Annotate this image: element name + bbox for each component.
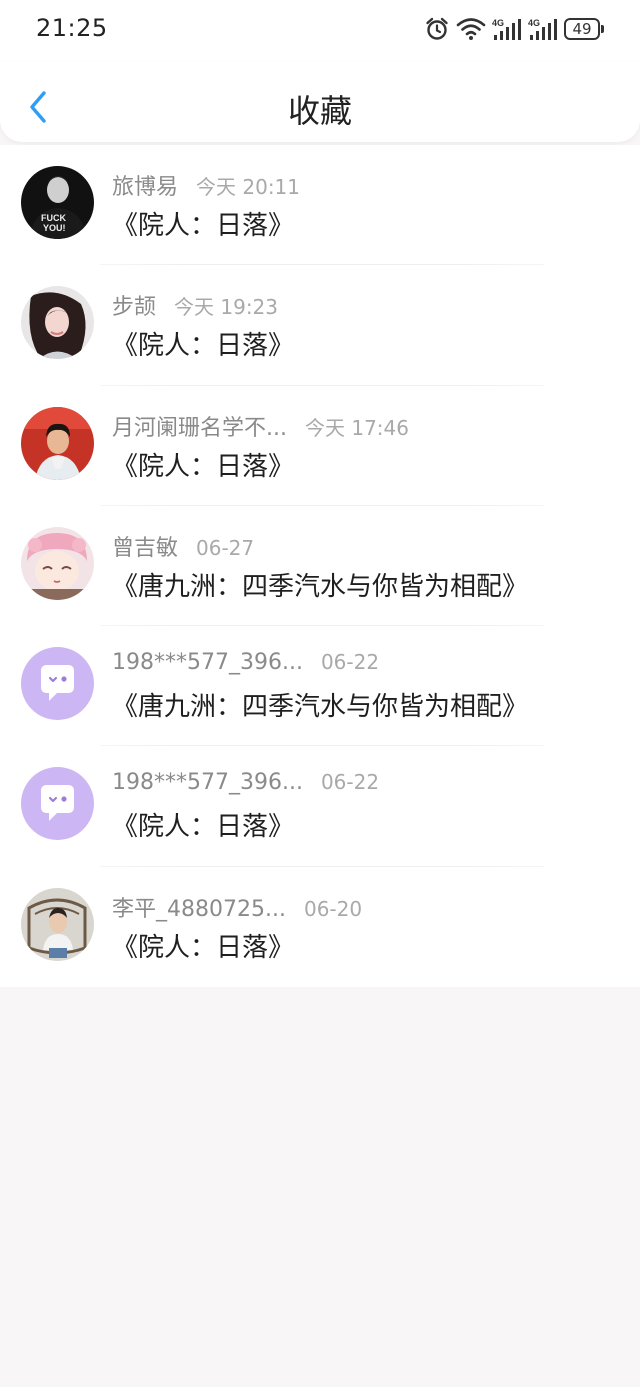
list-item[interactable]: 李平_4880725... 06-20 《院人：日落》	[0, 867, 640, 987]
avatar[interactable]	[21, 647, 94, 721]
sender-name: 198***577_396...	[112, 770, 303, 796]
alarm-icon	[426, 17, 448, 40]
list-item[interactable]: 曾吉敏 06-27 《唐九洲：四季汽水与你皆为相配》	[0, 506, 640, 627]
page-title: 收藏	[287, 92, 352, 130]
sender-name: 旅博易	[112, 175, 179, 200]
signal-icon: 4G	[492, 18, 521, 40]
network-type-label: 4G	[492, 18, 504, 28]
list-item[interactable]: 198***577_396... 06-22 《唐九洲：四季汽水与你皆为相配》	[0, 626, 640, 747]
favorite-title: 《院人：日落》	[112, 211, 295, 241]
status-time: 21:25	[36, 14, 108, 42]
signal-icon-2: 4G	[528, 18, 557, 40]
sender-name: 曾吉敏	[112, 535, 179, 561]
svg-text:FUCK: FUCK	[41, 213, 66, 223]
avatar[interactable]	[21, 887, 94, 961]
avatar[interactable]	[21, 767, 94, 841]
status-icons: 4G 4G 49	[424, 16, 604, 42]
battery-icon: 49	[564, 18, 604, 40]
timestamp: 06-22	[320, 650, 380, 675]
sender-name: 李平_4880725...	[112, 896, 286, 922]
favorite-title: 《院人：日落》	[112, 451, 295, 482]
sender-name: 月河阑珊名学不...	[112, 415, 287, 441]
favorites-list: FUCK YOU! 旅博易 今天 20:11 《院人：日落》 步颉 今天 19:…	[0, 145, 640, 987]
sender-name: 198***577_396...	[112, 650, 303, 676]
avatar[interactable]	[21, 526, 94, 600]
list-item[interactable]: 步颉 今天 19:23 《院人：日落》	[0, 265, 640, 386]
list-item[interactable]: 198***577_396... 06-22 《院人：日落》	[0, 746, 640, 867]
favorite-title: 《唐九洲：四季汽水与你皆为相配》	[112, 692, 529, 723]
chat-bubble-icon	[21, 647, 94, 721]
wifi-icon	[456, 18, 486, 40]
timestamp: 今天 20:11	[196, 175, 301, 199]
timestamp: 今天 17:46	[304, 415, 409, 440]
list-item[interactable]: FUCK YOU! 旅博易 今天 20:11 《院人：日落》	[0, 145, 640, 266]
timestamp: 06-20	[303, 896, 363, 921]
status-bar: 21:25 4G 4G 49	[0, 0, 640, 62]
svg-text:YOU!: YOU!	[43, 223, 66, 233]
chat-bubble-icon	[21, 767, 94, 841]
battery-level: 49	[564, 18, 600, 40]
avatar[interactable]	[21, 406, 94, 480]
avatar[interactable]: FUCK YOU!	[21, 166, 94, 239]
header-bar: 收藏	[0, 62, 640, 142]
favorite-title: 《院人：日落》	[112, 932, 295, 963]
network-type-label-2: 4G	[528, 18, 540, 28]
list-item[interactable]: 月河阑珊名学不... 今天 17:46 《院人：日落》	[0, 386, 640, 506]
timestamp: 06-22	[320, 770, 380, 795]
timestamp: 今天 19:23	[174, 295, 279, 320]
sender-name: 步颉	[112, 295, 157, 321]
favorite-title: 《院人：日落》	[112, 812, 295, 843]
favorite-title: 《院人：日落》	[112, 331, 295, 362]
timestamp: 06-27	[196, 535, 255, 560]
favorite-title: 《唐九洲：四季汽水与你皆为相配》	[112, 571, 529, 602]
avatar[interactable]	[21, 286, 94, 360]
